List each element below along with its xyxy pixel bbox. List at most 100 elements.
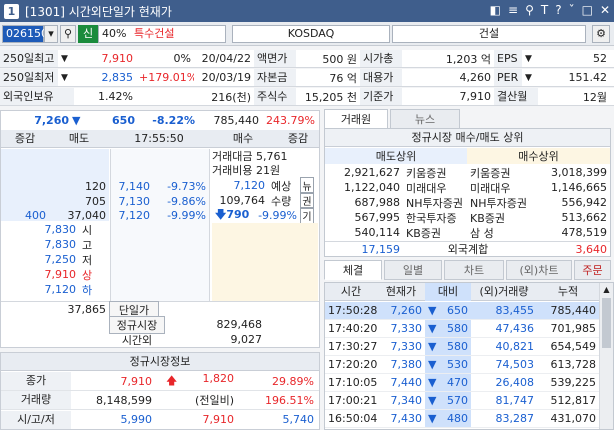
buy-qty: 1,146,665: [551, 181, 607, 194]
gear-icon[interactable]: ⚙: [592, 25, 610, 43]
price-column: [110, 149, 210, 301]
high-label: 고: [82, 238, 93, 252]
menu-icon[interactable]: ≡: [508, 3, 518, 17]
trade-change: ▼ 570: [425, 392, 471, 409]
order-button[interactable]: 주문: [574, 260, 611, 280]
ask-price: 7,130: [118, 195, 151, 208]
buy-broker: KB증권: [470, 211, 505, 225]
ask-row[interactable]: 400 37,040 7,120 -9.99%: [1, 208, 211, 223]
trade-change: ▼ 480: [425, 410, 471, 427]
tab-foreign-chart[interactable]: (외)차트: [506, 260, 572, 280]
window-number-badge: 1: [4, 3, 19, 19]
broker-title: 정규시장 매수/매도 상위: [325, 129, 610, 147]
trade-time: 17:00:21: [328, 394, 377, 407]
maximize-icon[interactable]: □: [582, 3, 593, 17]
layout-icon[interactable]: ◧: [490, 3, 501, 17]
ohlc-list: 7,830 시 7,830 고 7,250 저 7,910 상 7,120 하: [1, 222, 109, 302]
trade-row[interactable]: 17:20:20 7,380 ▼ 530 74,503 613,728: [325, 356, 599, 374]
info-label: 액면가: [254, 50, 296, 67]
col-volume: (외)거래량: [479, 284, 529, 298]
search-icon[interactable]: ⚲: [60, 25, 76, 43]
dropdown-icon[interactable]: ▼: [522, 54, 538, 64]
info-value: 15,205 천: [304, 90, 357, 104]
scroll-thumb[interactable]: [602, 298, 611, 348]
tab-broker[interactable]: 거래원: [324, 109, 388, 129]
other-tag[interactable]: 기: [300, 207, 314, 224]
sell-qty: 2,921,627: [344, 166, 400, 179]
ask-row[interactable]: 705 7,130 -9.86%: [1, 194, 211, 209]
minimize-icon[interactable]: ˇ: [569, 3, 575, 17]
info-value: 500 원: [322, 52, 357, 66]
sell-broker: NH투자증권: [406, 196, 463, 210]
trade-row[interactable]: 17:40:20 7,330 ▼ 580 47,436 701,985: [325, 320, 599, 338]
dropdown-icon[interactable]: ▼: [58, 54, 74, 64]
info-label: 250일최저: [0, 69, 58, 86]
sell-qty: 540,114: [354, 226, 401, 239]
tab-news[interactable]: 뉴스: [390, 109, 460, 129]
down-arrow-icon: ▼: [428, 340, 437, 353]
prev-day-ratio: 196.51%: [265, 393, 314, 407]
col-change: 증감: [14, 131, 36, 145]
broker-row[interactable]: 1,122,040 미래대우 미래대우 1,146,665: [325, 180, 610, 195]
trade-price: 7,330: [390, 322, 423, 335]
trade-row[interactable]: 17:00:21 7,340 ▼ 570 81,747 512,817: [325, 392, 599, 410]
ask-rate: -9.73%: [167, 180, 206, 193]
font-size-icon[interactable]: T: [541, 3, 548, 17]
broker-row[interactable]: 540,114 KB증권 삼 성 478,519: [325, 225, 610, 240]
dropdown-icon[interactable]: ▼: [522, 73, 538, 83]
down-arrow-icon: ▼: [72, 113, 81, 127]
low-label: 저: [82, 253, 93, 267]
tab-chart[interactable]: 차트: [444, 260, 504, 280]
open-label: 시: [82, 223, 93, 237]
col-ask: 매도: [68, 131, 90, 145]
buy-qty: 3,018,399: [551, 166, 607, 179]
trade-time: 17:10:05: [328, 376, 377, 389]
trade-row[interactable]: 17:30:27 7,330 ▼ 580 40,821 654,549: [325, 338, 599, 356]
down-arrow-icon: ▼: [428, 412, 437, 425]
broker-row[interactable]: 2,921,627 키움증권 키움증권 3,018,399: [325, 165, 610, 180]
low-price: 7,250: [44, 253, 77, 266]
info-value: 7,910: [459, 90, 492, 103]
info-label: 거래대금: [212, 150, 253, 163]
high-price: 7,830: [44, 238, 77, 251]
trade-volume: 26,408: [495, 376, 535, 389]
market-field: KOSDAQ: [232, 25, 390, 43]
trade-change: ▼ 650: [425, 302, 471, 319]
close-rate: 29.89%: [272, 374, 314, 388]
tab-trades[interactable]: 체결: [324, 260, 382, 280]
margin-rate: 40%: [102, 27, 127, 40]
sell-broker: 미래대우: [406, 181, 447, 195]
broker-panel: 정규시장 매수/매도 상위 매도상위 매수상위 2,921,627 키움증권 키…: [324, 128, 611, 257]
col-cumulative: 누적: [557, 284, 579, 298]
help-icon[interactable]: ?: [555, 3, 561, 17]
down-arrow-icon: ▼: [428, 376, 437, 389]
dropdown-icon[interactable]: ▼: [58, 73, 74, 83]
trades-scrollbar[interactable]: ▲: [599, 283, 613, 429]
volume-ratio: 243.79%: [266, 113, 315, 127]
col-change[interactable]: 대비: [425, 282, 471, 301]
broker-row[interactable]: 567,995 한국투자증 KB증권 513,662: [325, 210, 610, 225]
trade-price: 7,260: [377, 302, 425, 319]
regular-market-info: 정규시장정보 종가 7,910 🡅 1,820 29.89% 거래량 8,148,…: [0, 352, 320, 430]
info-label: 대용가: [360, 69, 402, 86]
scroll-up-icon[interactable]: ▲: [600, 283, 613, 297]
down-arrow-icon: ▼: [428, 358, 437, 371]
trade-row[interactable]: 17:10:05 7,440 ▼ 470 26,408 539,225: [325, 374, 599, 392]
buy-broker: NH투자증권: [470, 196, 527, 210]
pin-icon[interactable]: ⚲: [525, 3, 534, 17]
info-label: 시가총: [360, 50, 402, 67]
tab-daily[interactable]: 일별: [384, 260, 442, 280]
trade-volume: 74,503: [495, 358, 535, 371]
dropdown-icon[interactable]: ▾: [44, 25, 58, 43]
stock-code-input[interactable]: 026150: [2, 25, 48, 43]
sector-field: 건설: [392, 25, 586, 43]
trade-cumulative: 701,985: [550, 322, 597, 335]
close-icon[interactable]: ✕: [600, 3, 610, 17]
ask-row[interactable]: 120 7,140 -9.73%: [1, 179, 211, 194]
trade-row[interactable]: 17:50:28 7,260 ▼ 650 83,455 785,440: [325, 302, 599, 320]
broker-row[interactable]: 687,988 NH투자증권 NH투자증권 556,942: [325, 195, 610, 210]
trade-row[interactable]: 16:50:04 7,430 ▼ 480 83,287 431,070: [325, 410, 599, 428]
info-date: 20/03/19: [201, 71, 251, 84]
trades-header: 시간 현재가 대비 (외)거래량 누적: [325, 282, 599, 301]
price-change: 650: [112, 113, 135, 127]
